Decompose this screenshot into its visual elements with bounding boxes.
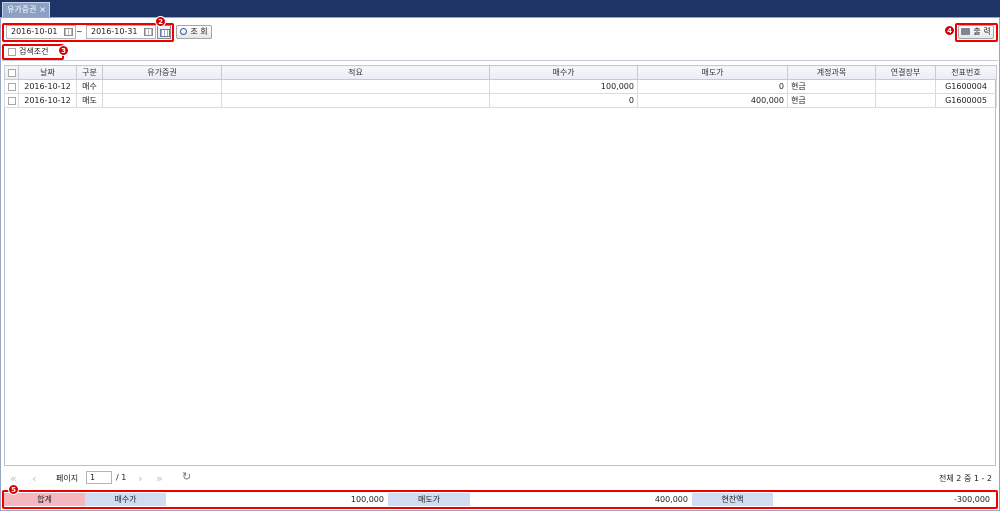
grid-body [4, 65, 996, 466]
pagination-info: 전체 2 중 1 - 2 [939, 474, 992, 483]
securities-table: 날짜 구분 유가증권 적요 매수가 매도가 계정과목 연결장부 전표번호 201… [4, 65, 997, 108]
badge-3: 3 [58, 45, 69, 56]
cell-account: 현금 [787, 79, 876, 94]
table-header-row: 날짜 구분 유가증권 적요 매수가 매도가 계정과목 연결장부 전표번호 [4, 65, 997, 80]
tab-securities[interactable]: 유가증권 × [2, 2, 50, 17]
cell-memo [221, 79, 490, 94]
cell-linked [875, 93, 936, 108]
marker-print [955, 23, 998, 42]
row-checkbox[interactable] [7, 96, 16, 105]
last-page-icon[interactable]: » [156, 472, 163, 485]
marker-totals [2, 490, 998, 509]
tab-close-icon[interactable]: × [39, 3, 46, 16]
total-pages: / 1 [116, 473, 127, 482]
column-header-voucher[interactable]: 전표번호 [935, 65, 997, 80]
row-select-cell[interactable] [4, 93, 19, 108]
row-select-cell[interactable] [4, 79, 19, 94]
cell-buy: 0 [489, 93, 638, 108]
cell-date: 2016-10-12 [18, 79, 77, 94]
page-number-input[interactable]: 1 [86, 471, 112, 484]
window-titlebar: 유가증권 × [0, 0, 1000, 17]
marker-date-range [2, 23, 174, 42]
row-checkbox[interactable] [7, 82, 16, 91]
prev-page-icon[interactable]: ‹ [32, 472, 36, 485]
marker-search-condition [2, 44, 64, 60]
badge-5: 5 [8, 484, 19, 495]
column-header-date[interactable]: 날짜 [18, 65, 77, 80]
select-all-cell[interactable] [4, 65, 19, 80]
cell-voucher: G1600004 [935, 79, 997, 94]
cell-sell: 400,000 [637, 93, 788, 108]
cell-type: 매도 [76, 93, 103, 108]
refresh-icon[interactable]: ↻ [182, 470, 191, 483]
divider [2, 60, 998, 61]
cell-date: 2016-10-12 [18, 93, 77, 108]
column-header-buy[interactable]: 매수가 [489, 65, 638, 80]
cell-buy: 100,000 [489, 79, 638, 94]
select-all-checkbox[interactable] [7, 68, 16, 77]
cell-voucher: G1600005 [935, 93, 997, 108]
cell-security [102, 93, 222, 108]
cell-security [102, 79, 222, 94]
badge-4: 4 [944, 25, 955, 36]
tab-title: 유가증권 [7, 5, 37, 14]
column-header-linked[interactable]: 연결장부 [875, 65, 936, 80]
search-button[interactable]: 조 회 [176, 25, 212, 39]
cell-linked [875, 79, 936, 94]
next-page-icon[interactable]: › [138, 472, 142, 485]
cell-memo [221, 93, 490, 108]
column-header-memo[interactable]: 적요 [221, 65, 490, 80]
search-button-label: 조 회 [190, 27, 208, 36]
table-row[interactable]: 2016-10-12 매도 0 400,000 현금 G1600005 [4, 93, 997, 108]
column-header-account[interactable]: 계정과목 [787, 65, 876, 80]
column-header-type[interactable]: 구분 [76, 65, 103, 80]
page-label: 페이지 [56, 474, 79, 483]
cell-type: 매수 [76, 79, 103, 94]
cell-sell: 0 [637, 79, 788, 94]
column-header-sell[interactable]: 매도가 [637, 65, 788, 80]
column-header-security[interactable]: 유가증권 [102, 65, 222, 80]
pagination-bar: « ‹ 페이지 1 / 1 › » ↻ 전체 2 중 1 - 2 [4, 466, 996, 490]
table-row[interactable]: 2016-10-12 매수 100,000 0 현금 G1600004 [4, 79, 997, 94]
cell-account: 현금 [787, 93, 876, 108]
badge-2: 2 [155, 16, 166, 27]
search-icon [180, 28, 188, 35]
